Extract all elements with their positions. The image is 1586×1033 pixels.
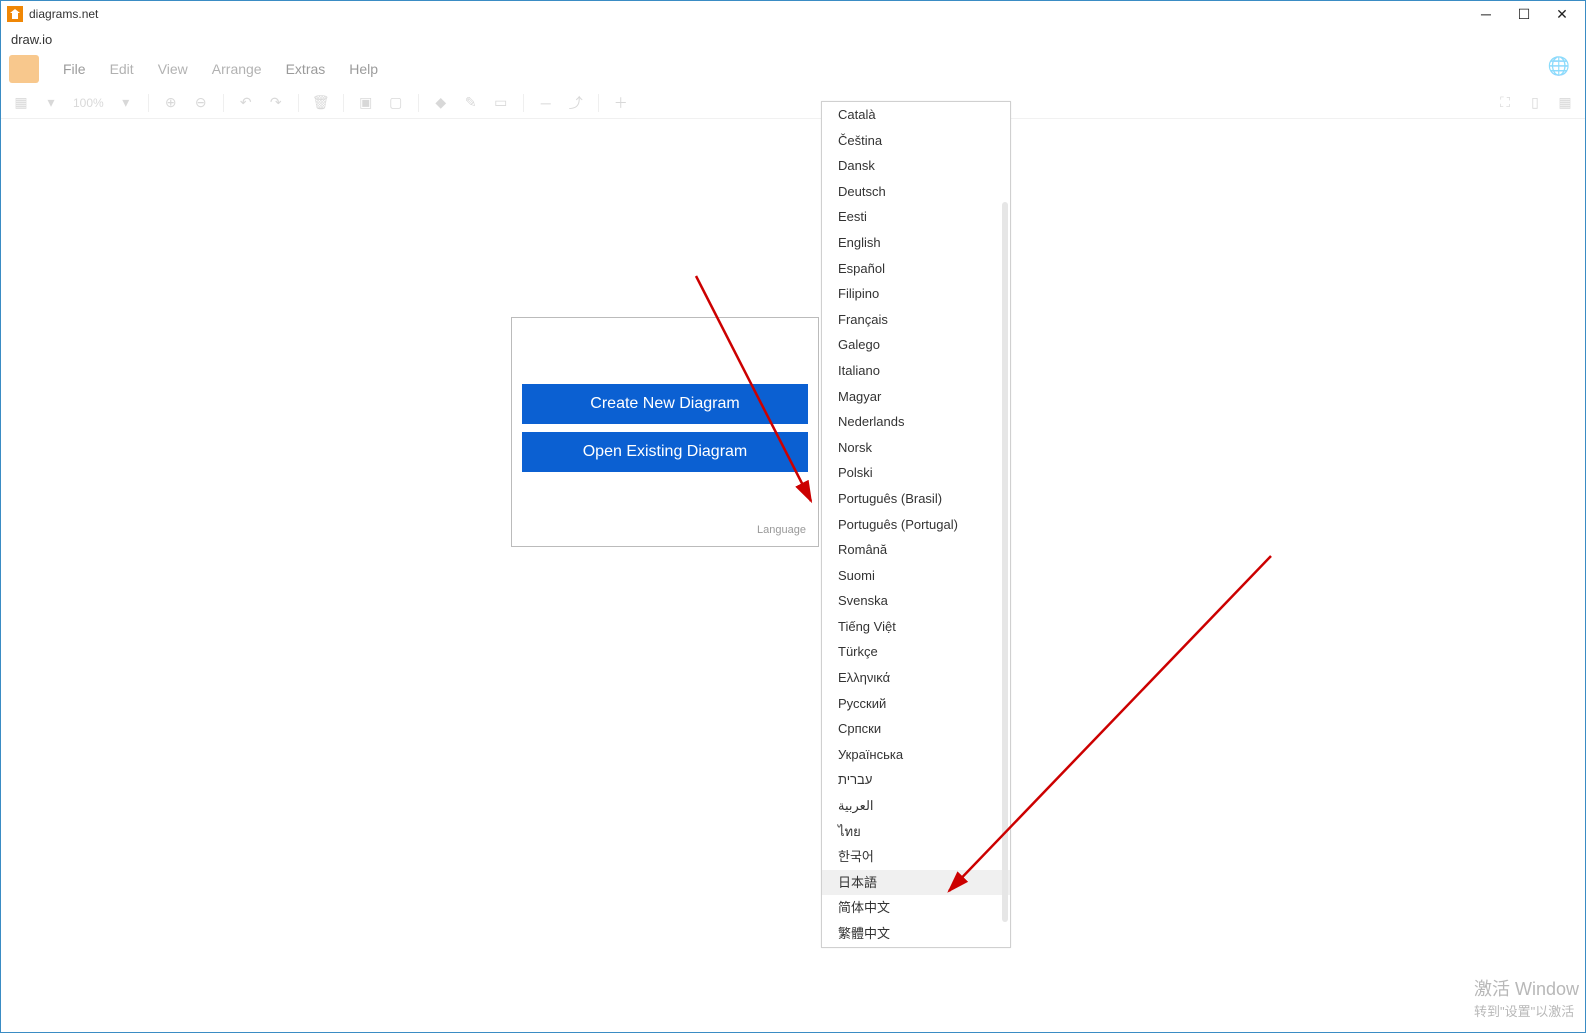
shadow-icon[interactable]: ▭ [489,91,513,115]
toolbar: ▦ ▾ 100% ▾ ⊕ ⊖ ↶ ↷ 🗑 ▣ ▢ ◆ ✎ ▭ ─ ⤴ ＋ ⛶ [1,87,1585,119]
filename-text: draw.io [11,32,52,47]
menu-edit[interactable]: Edit [100,57,144,81]
zoom-out-icon[interactable]: ⊖ [189,91,213,115]
language-option[interactable]: Українська [822,742,1010,768]
dropdown-icon[interactable]: ▾ [114,91,138,115]
format-panel-icon[interactable]: ▯ [1523,91,1547,115]
splash-dialog: Create New Diagram Open Existing Diagram… [511,317,819,547]
language-option[interactable]: Русский [822,691,1010,717]
language-option[interactable]: العربية [822,793,1010,819]
menu-view[interactable]: View [148,57,198,81]
logo-icon [9,55,39,83]
waypoints-icon[interactable]: ⤴ [564,91,588,115]
language-option[interactable]: Português (Brasil) [822,486,1010,512]
connection-icon[interactable]: ─ [534,91,558,115]
language-option[interactable]: Čeština [822,128,1010,154]
zoom-in-icon[interactable]: ⊕ [159,91,183,115]
window-title: diagrams.net [29,7,98,21]
language-option[interactable]: Filipino [822,281,1010,307]
to-front-icon[interactable]: ▣ [354,91,378,115]
menu-arrange[interactable]: Arrange [202,57,272,81]
zoom-level[interactable]: 100% [69,96,108,110]
language-option[interactable]: Српски [822,716,1010,742]
language-option[interactable]: 繁體中文 [822,921,1010,947]
language-option[interactable]: Svenska [822,588,1010,614]
language-option[interactable]: Català [822,102,1010,128]
fill-color-icon[interactable]: ◆ [429,91,453,115]
page-view-icon[interactable]: ▦ [9,91,33,115]
line-color-icon[interactable]: ✎ [459,91,483,115]
language-option[interactable]: 한국어 [822,844,1010,870]
language-option[interactable]: Suomi [822,563,1010,589]
scrollbar[interactable] [1002,202,1008,922]
open-existing-diagram-button[interactable]: Open Existing Diagram [522,432,808,472]
language-dropdown[interactable]: CatalàČeštinaDanskDeutschEestiEnglishEsp… [821,101,1011,948]
language-option[interactable]: Nederlands [822,409,1010,435]
language-option[interactable]: Deutsch [822,179,1010,205]
to-back-icon[interactable]: ▢ [384,91,408,115]
language-option[interactable]: Galego [822,332,1010,358]
outline-icon[interactable]: ▦ [1553,91,1577,115]
language-option[interactable]: Polski [822,460,1010,486]
language-option[interactable]: Eesti [822,204,1010,230]
language-option[interactable]: Português (Portugal) [822,512,1010,538]
close-button[interactable]: ✕ [1553,6,1571,23]
language-option[interactable]: Română [822,537,1010,563]
window-titlebar: diagrams.net ─ ☐ ✕ [1,1,1585,27]
language-link[interactable]: Language [757,524,806,536]
language-option[interactable]: 简体中文 [822,895,1010,921]
language-option[interactable]: Español [822,256,1010,282]
redo-icon[interactable]: ↷ [264,91,288,115]
language-option[interactable]: Français [822,307,1010,333]
language-option[interactable]: Dansk [822,153,1010,179]
language-option[interactable]: Ελληνικά [822,665,1010,691]
language-option[interactable]: 日本語 [822,870,1010,896]
menu-file[interactable]: File [53,57,96,81]
create-new-diagram-button[interactable]: Create New Diagram [522,384,808,424]
language-option[interactable]: Tiếng Việt [822,614,1010,640]
language-option[interactable]: Magyar [822,384,1010,410]
menubar: File Edit View Arrange Extras Help [1,51,1585,87]
insert-icon[interactable]: ＋ [609,91,633,115]
language-option[interactable]: Türkçe [822,639,1010,665]
activation-title: 激活 Window [1474,975,1579,1001]
filename-bar: draw.io [1,27,1585,51]
undo-icon[interactable]: ↶ [234,91,258,115]
language-option[interactable]: Italiano [822,358,1010,384]
language-option[interactable]: Norsk [822,435,1010,461]
minimize-button[interactable]: ─ [1477,6,1495,23]
windows-activation-notice: 激活 Window 转到"设置"以激活 [1474,975,1579,1020]
language-option[interactable]: English [822,230,1010,256]
fullscreen-icon[interactable]: ⛶ [1493,91,1517,115]
language-option[interactable]: ไทย [822,819,1010,845]
menu-extras[interactable]: Extras [276,57,336,81]
delete-icon[interactable]: 🗑 [309,91,333,115]
maximize-button[interactable]: ☐ [1515,6,1533,23]
menu-help[interactable]: Help [339,57,388,81]
activation-subtitle: 转到"设置"以激活 [1474,1001,1579,1020]
dropdown-icon[interactable]: ▾ [39,91,63,115]
app-icon [7,6,23,22]
globe-icon[interactable]: 🌐 [1547,54,1571,78]
language-option[interactable]: עברית [822,767,1010,793]
